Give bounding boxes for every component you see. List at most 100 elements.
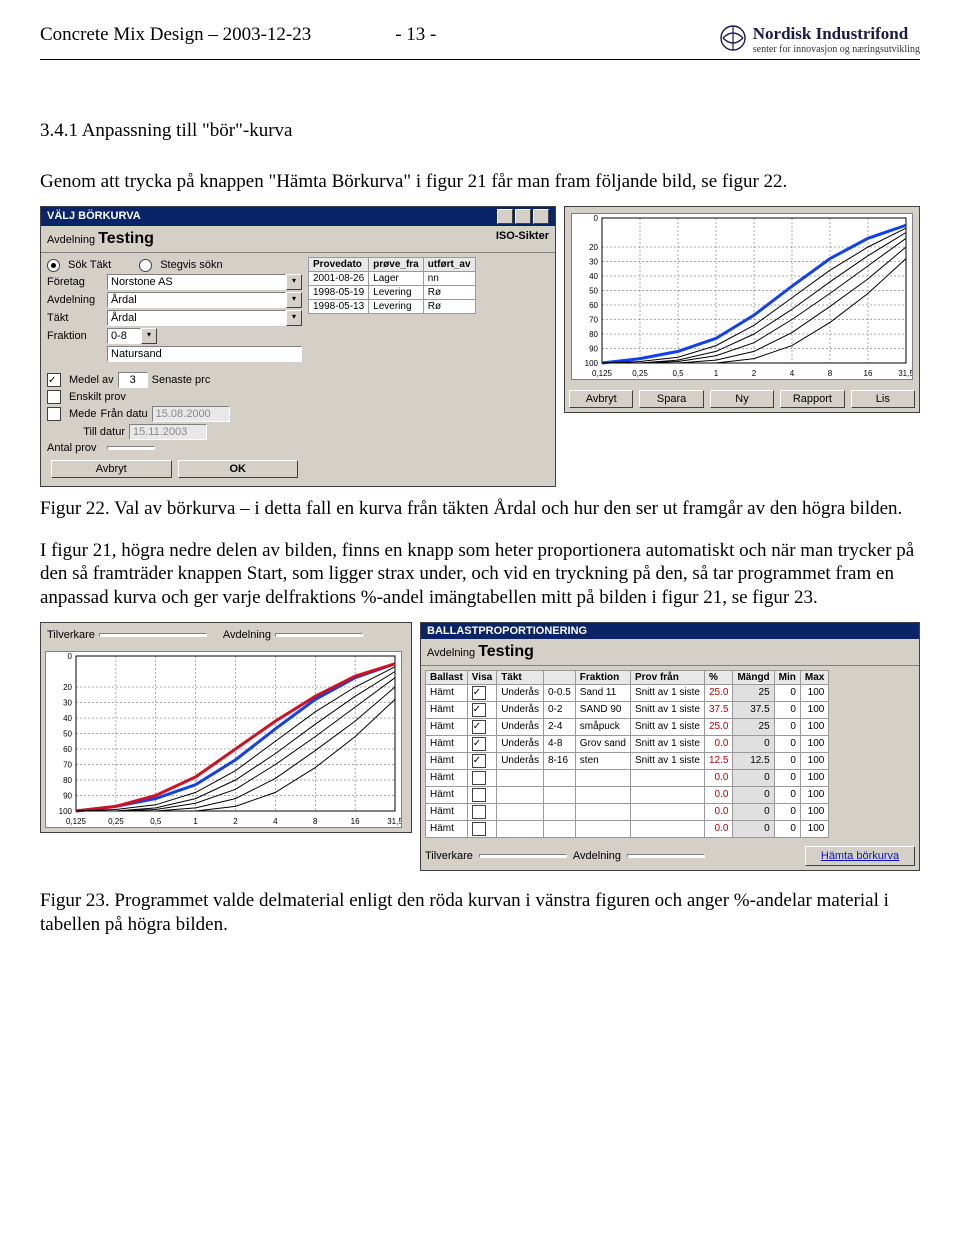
table-row[interactable]: HämtUnderås0-0.5Sand 11Snitt av 1 siste2… [426, 684, 829, 701]
fraktion-input[interactable]: 0-8 [107, 328, 141, 344]
table-header: Täkt [497, 670, 544, 684]
svg-text:31,5: 31,5 [387, 817, 401, 826]
spara-button[interactable]: Spara [639, 390, 703, 408]
close-icon[interactable] [533, 209, 549, 224]
svg-text:80: 80 [63, 776, 72, 785]
svg-text:30: 30 [63, 698, 72, 707]
maximize-icon[interactable] [515, 209, 531, 224]
svg-text:0,125: 0,125 [592, 369, 613, 378]
svg-text:0,25: 0,25 [108, 817, 124, 826]
ok-button[interactable]: OK [178, 460, 299, 478]
checkbox-mede[interactable] [47, 407, 61, 421]
visa-checkbox[interactable] [472, 703, 486, 717]
table-row[interactable]: Hämt0.000100 [426, 803, 829, 820]
svg-text:70: 70 [589, 315, 598, 324]
avbryt-button[interactable]: Avbryt [51, 460, 172, 478]
table-row[interactable]: Hämt0.000100 [426, 769, 829, 786]
table-row[interactable]: HämtUnderås0-2SAND 90Snitt av 1 siste37.… [426, 701, 829, 718]
table-header: Max [800, 670, 828, 684]
foretag-label: Företag [47, 276, 103, 288]
svg-text:8: 8 [828, 369, 833, 378]
iso-sikter-label: ISO-Sikter [496, 230, 549, 248]
antal-prov-input[interactable] [107, 446, 155, 450]
logo-icon [719, 24, 747, 52]
table-header: Provedato [309, 257, 369, 271]
table-header: utført_av [423, 257, 475, 271]
table-row[interactable]: 1998-05-13LeveringRø [309, 299, 476, 313]
table-row[interactable]: HämtUnderås4-8Grov sandSnitt av 1 siste0… [426, 735, 829, 752]
logo-name: Nordisk Industrifond [753, 24, 920, 44]
visa-checkbox[interactable] [472, 771, 486, 785]
svg-text:0: 0 [594, 214, 599, 223]
avdelning-label-23r: Avdelning [427, 647, 475, 659]
sieve-chart: 020304050607080901000,1250,250,512481631… [571, 213, 913, 380]
svg-text:60: 60 [63, 745, 72, 754]
foretag-input[interactable]: Norstone AS [107, 274, 286, 290]
visa-checkbox[interactable] [472, 737, 486, 751]
table-row[interactable]: HämtUnderås8-16stenSnitt av 1 siste12.51… [426, 752, 829, 769]
svg-text:1: 1 [714, 369, 719, 378]
table-row[interactable]: 2001-08-26Lagernn [309, 271, 476, 285]
chevron-down-icon[interactable]: ▾ [141, 328, 157, 344]
svg-text:0,5: 0,5 [672, 369, 684, 378]
checkbox-enskilt[interactable] [47, 390, 61, 404]
visa-checkbox[interactable] [472, 788, 486, 802]
fran-label: Från datu [101, 408, 148, 420]
visa-checkbox[interactable] [472, 720, 486, 734]
ballast-table[interactable]: BallastVisaTäktFraktionProv från%MängdMi… [425, 670, 829, 838]
svg-text:50: 50 [589, 286, 598, 295]
svg-text:2: 2 [752, 369, 757, 378]
svg-text:0: 0 [68, 652, 73, 661]
ballast-titlebar[interactable]: BALLASTPROPORTIONERING [421, 623, 919, 639]
avdelning-input-23r2[interactable] [627, 854, 705, 858]
visa-checkbox[interactable] [472, 805, 486, 819]
svg-text:30: 30 [589, 257, 598, 266]
svg-text:4: 4 [790, 369, 795, 378]
radio-sok-takt[interactable] [47, 259, 60, 272]
doc-title: Concrete Mix Design – 2003-12-23 [40, 24, 311, 45]
svg-text:4: 4 [273, 817, 278, 826]
table-row[interactable]: Hämt0.000100 [426, 786, 829, 803]
avdelning-input[interactable]: Årdal [107, 292, 286, 308]
minimize-icon[interactable] [497, 209, 513, 224]
window-titlebar[interactable]: VÄLJ BÖRKURVA [41, 207, 555, 226]
visa-checkbox[interactable] [472, 822, 486, 836]
svg-text:0,5: 0,5 [150, 817, 162, 826]
antal-prov-label: Antal prov [47, 442, 103, 454]
natursand-input[interactable]: Natursand [107, 346, 302, 362]
logo: Nordisk Industrifond senter for innovasj… [719, 24, 920, 55]
rapport-button[interactable]: Rapport [780, 390, 844, 408]
ny-button[interactable]: Ny [710, 390, 774, 408]
svg-text:60: 60 [589, 301, 598, 310]
table-header: prøve_fra [369, 257, 424, 271]
fran-date-input[interactable]: 15.08.2000 [152, 406, 230, 422]
till-date-input[interactable]: 15.11.2003 [129, 424, 207, 440]
hamta-borkurva-button[interactable]: Hämta börkurva [805, 846, 915, 866]
chevron-down-icon[interactable]: ▾ [286, 310, 302, 326]
prov-table[interactable]: Provedatoprøve_frautført_av2001-08-26Lag… [308, 257, 476, 314]
takt-input[interactable]: Årdal [107, 310, 286, 326]
medel-label: Medel av [69, 374, 114, 386]
table-row[interactable]: Hämt0.000100 [426, 820, 829, 837]
radio-stegvis[interactable] [139, 259, 152, 272]
tilverkare-input[interactable] [99, 633, 207, 637]
mede-label: Mede [69, 408, 97, 420]
visa-checkbox[interactable] [472, 754, 486, 768]
svg-text:8: 8 [313, 817, 318, 826]
avdelning-input-23l[interactable] [275, 633, 363, 637]
table-header: Prov från [630, 670, 704, 684]
table-row[interactable]: 1998-05-19LeveringRø [309, 285, 476, 299]
figure-23-caption: Figur 23. Programmet valde delmaterial e… [40, 889, 920, 937]
tilverkare-input-23r[interactable] [479, 854, 567, 858]
avbryt-button[interactable]: Avbryt [569, 390, 633, 408]
tilverkare-label: Tilverkare [47, 629, 95, 641]
table-row[interactable]: HämtUnderås2-4småpuckSnitt av 1 siste25.… [426, 718, 829, 735]
medel-n-input[interactable]: 3 [118, 372, 148, 388]
lis-button[interactable]: Lis [851, 390, 915, 408]
checkbox-medel[interactable] [47, 373, 61, 387]
chevron-down-icon[interactable]: ▾ [286, 292, 302, 308]
chevron-down-icon[interactable]: ▾ [286, 274, 302, 290]
paragraph-1: Genom att trycka på knappen "Hämta Börku… [40, 170, 920, 194]
visa-checkbox[interactable] [472, 686, 486, 700]
tilverkare-label-23r: Tilverkare [425, 850, 473, 862]
